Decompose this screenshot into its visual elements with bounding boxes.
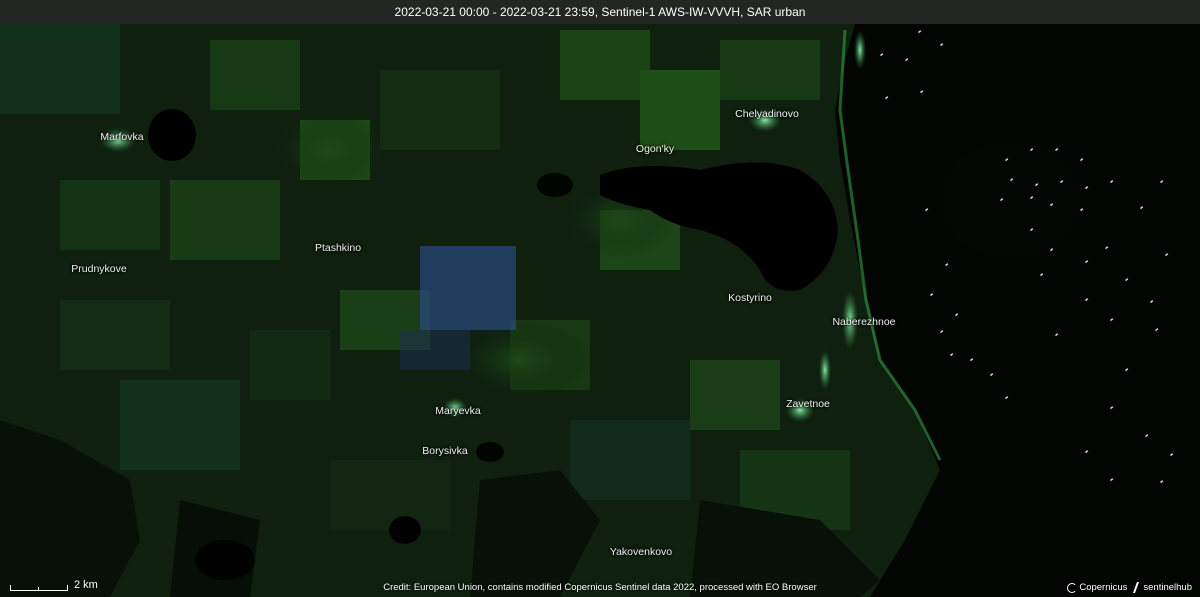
credit-text: Credit: European Union, contains modifie… (383, 582, 817, 593)
sentinelhub-icon (1133, 582, 1144, 593)
place-label-maryevka: Maryevka (435, 405, 481, 417)
provider-logos: Copernicus sentinelhub (1067, 582, 1192, 593)
place-label-kostyrino: Kostyrino (728, 292, 772, 304)
map-title-bar: 2022-03-21 00:00 - 2022-03-21 23:59, Sen… (0, 0, 1200, 24)
place-label-yakovenkovo: Yakovenkovo (609, 546, 673, 558)
copernicus-logo[interactable]: Copernicus (1067, 582, 1127, 593)
lake-marfovka (148, 109, 196, 161)
map-footer: 2 km Credit: European Union, contains mo… (0, 579, 1200, 597)
place-label-ptashkino: Ptashkino (314, 242, 362, 254)
place-label-prudnykove: Prudnykove (71, 263, 127, 275)
place-label-borysivka: Borysivka (422, 445, 468, 457)
place-label-naberezhnoe: Naberezhnoe (832, 316, 896, 328)
place-label-zavetnoe: Zavetnoe (786, 398, 830, 410)
place-label-chelyadinovo: Chelyadinovo (735, 108, 799, 120)
sar-map[interactable] (0, 0, 1200, 597)
blue-field-patch (420, 246, 516, 330)
map-title: 2022-03-21 00:00 - 2022-03-21 23:59, Sen… (394, 5, 806, 19)
sentinelhub-logo[interactable]: sentinelhub (1133, 582, 1192, 593)
place-label-ogonky: Ogon'ky (635, 143, 675, 155)
place-label-marfovka: Marfovka (100, 131, 144, 143)
copernicus-icon (1067, 582, 1078, 593)
